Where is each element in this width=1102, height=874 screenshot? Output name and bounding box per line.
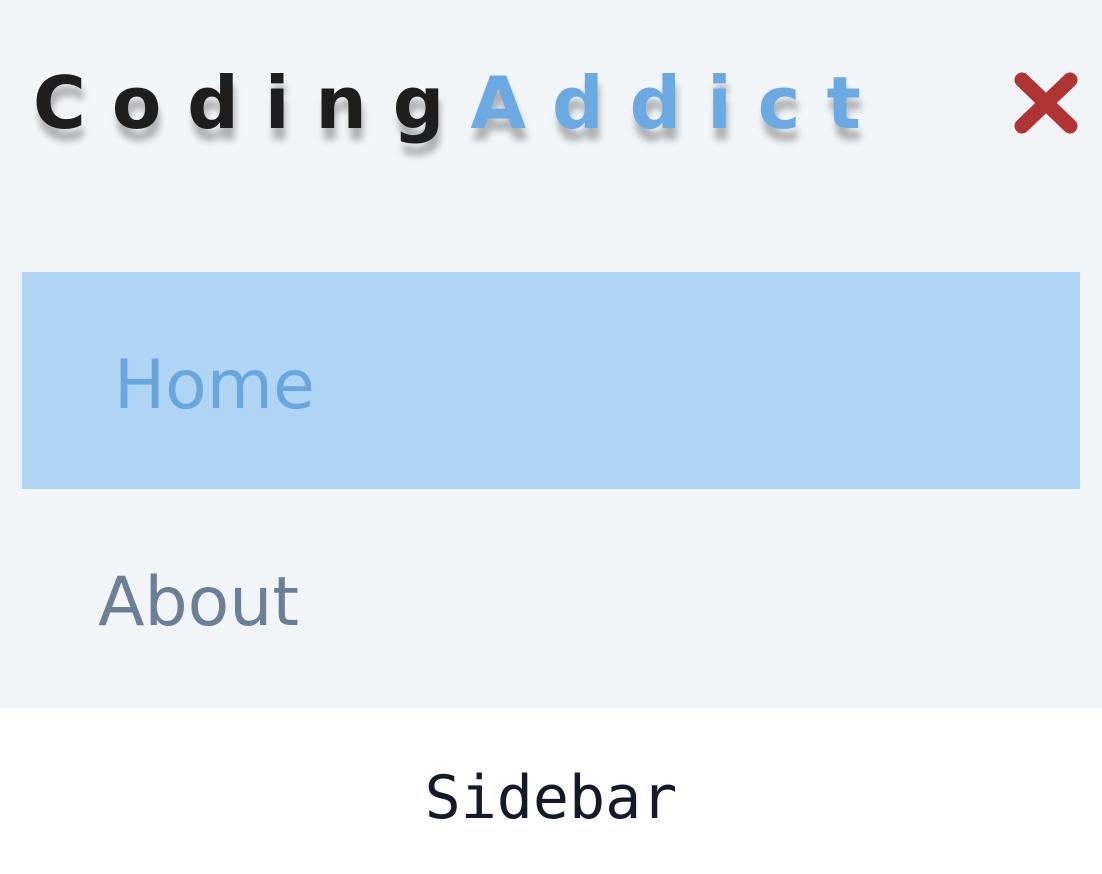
caption: Sidebar	[424, 763, 678, 833]
sidebar-nav: Home About	[22, 272, 1080, 706]
sidebar-item-label: Home	[114, 346, 315, 425]
brand-logo[interactable]: CodingAddict	[33, 58, 887, 148]
sidebar-item-home[interactable]: Home	[22, 272, 1080, 489]
close-icon	[1014, 72, 1078, 134]
sidebar: CodingAddict Home About	[0, 0, 1102, 708]
brand-name-part2: Addict	[470, 61, 887, 145]
sidebar-item-label: About	[98, 563, 300, 642]
sidebar-item-about[interactable]: About	[22, 489, 1080, 706]
close-button[interactable]	[1012, 70, 1080, 136]
brand-name-part1: Coding	[33, 61, 471, 145]
